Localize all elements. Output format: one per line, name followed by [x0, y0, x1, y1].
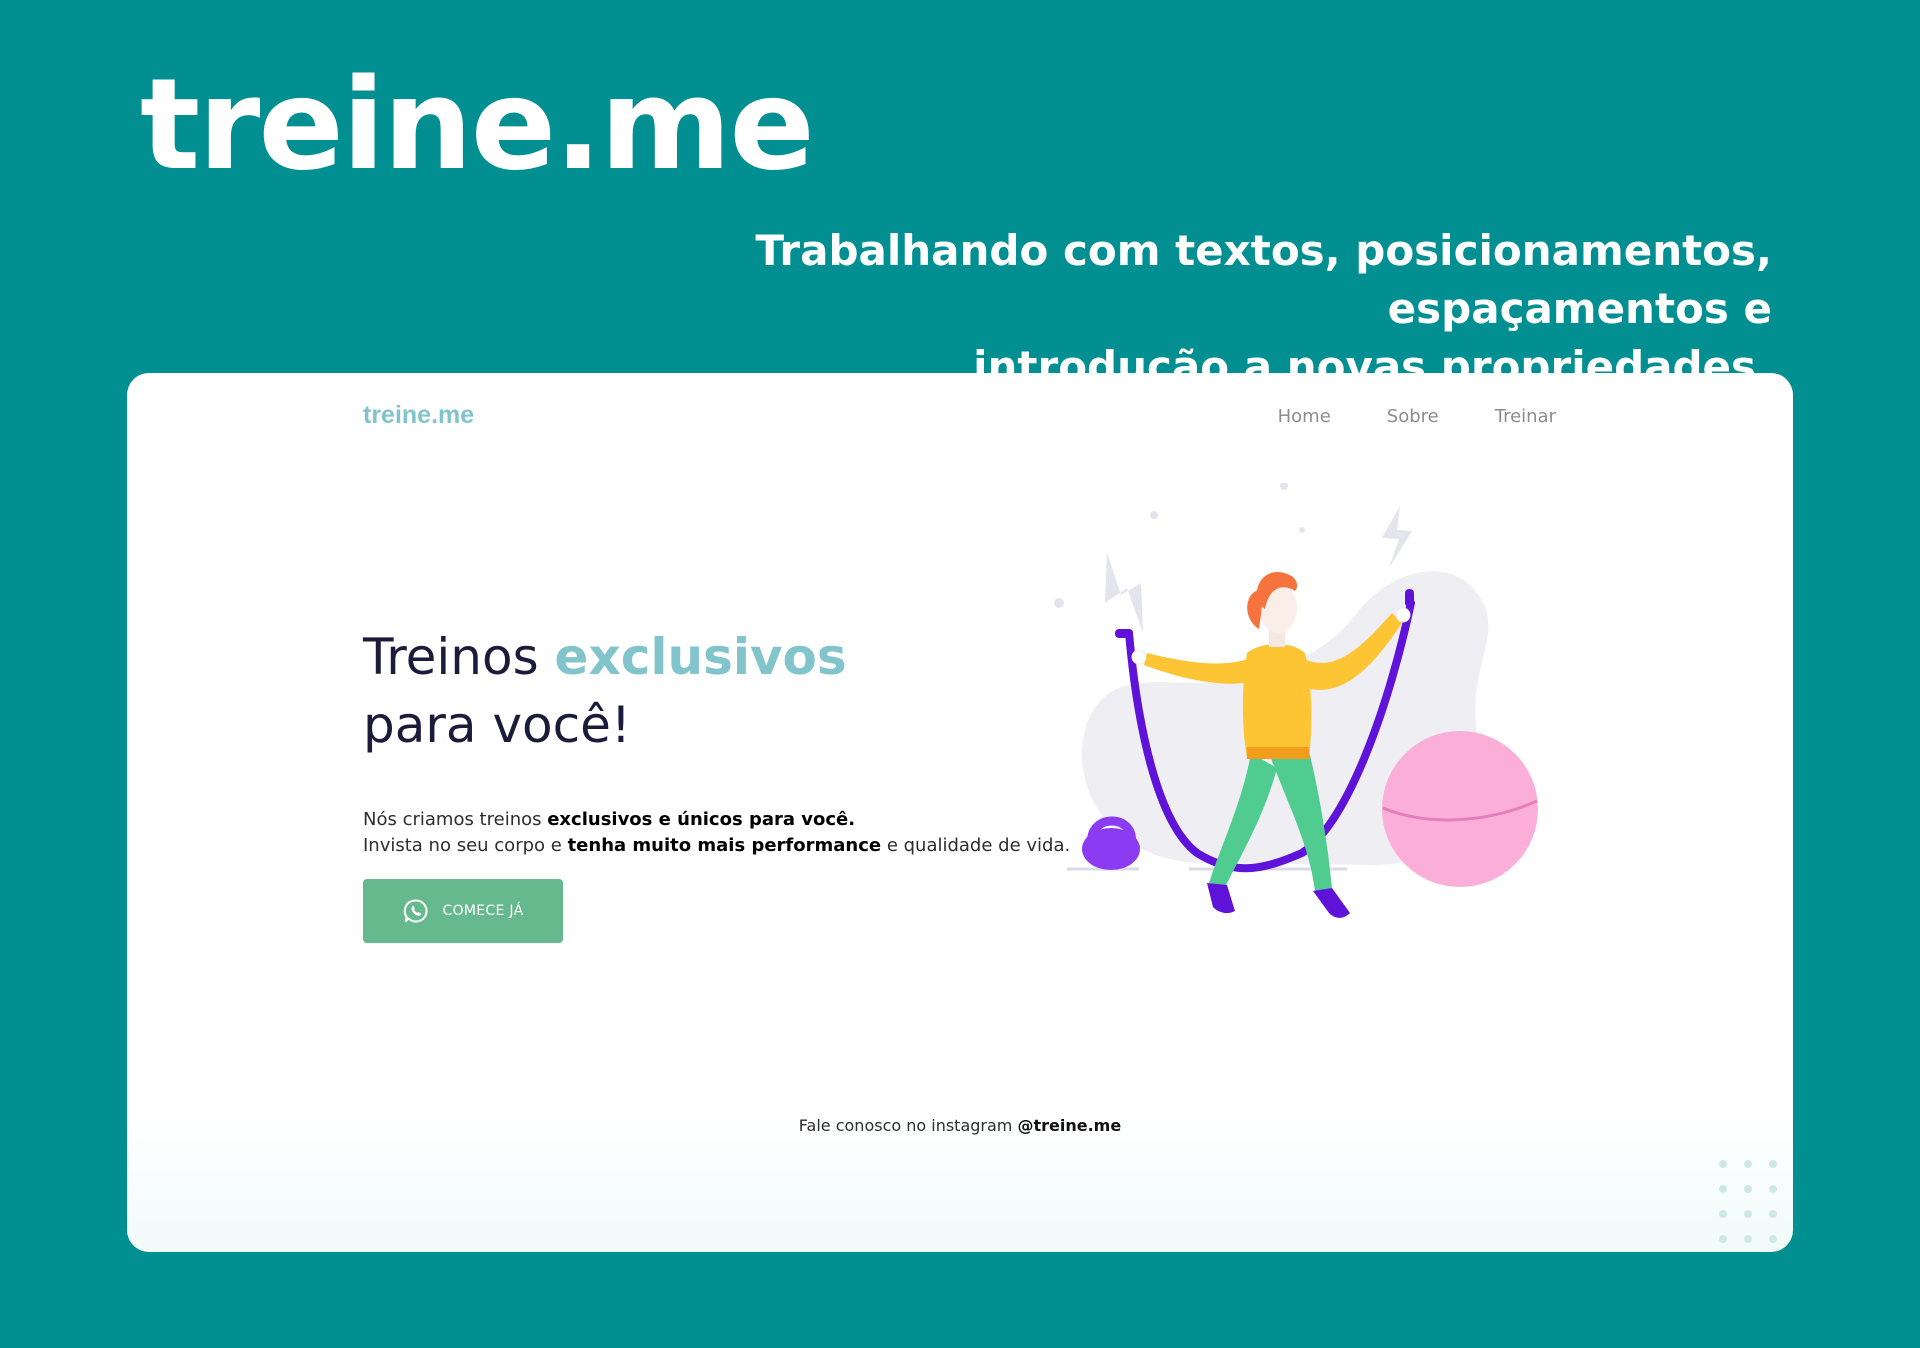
- lightning-left-icon: [1105, 553, 1143, 633]
- hero-headline: Treinos exclusivos para você!: [363, 623, 847, 759]
- footer-contact-text: Fale conosco no instagram: [798, 1116, 1018, 1135]
- shoe-right: [1313, 888, 1350, 918]
- rope-handle-left: [1115, 629, 1133, 638]
- arm-left: [1144, 653, 1255, 684]
- jump-rope-illustration: [1054, 483, 1538, 918]
- sparkle-dot: [1280, 483, 1288, 490]
- hero-description: Nós criamos treinos exclusivos e únicos …: [363, 807, 1070, 859]
- whatsapp-icon: [403, 899, 428, 923]
- shoe-left: [1207, 883, 1235, 914]
- sparkle-dot: [1054, 598, 1064, 608]
- hero-desc-line2-text2: e qualidade de vida.: [881, 835, 1071, 856]
- banner-subtitle: Trabalhando com textos, posicionamentos,…: [472, 222, 1772, 396]
- nav-treinar[interactable]: Treinar: [1495, 404, 1556, 430]
- start-now-button[interactable]: COMECE JÁ: [363, 879, 563, 943]
- hero-headline-text: Treinos: [363, 628, 555, 686]
- hoodie: [1242, 644, 1312, 758]
- instagram-handle[interactable]: @treine.me: [1017, 1116, 1121, 1135]
- sparkle-dot: [1299, 527, 1305, 533]
- decorative-dots: [1719, 1160, 1777, 1243]
- banner-title: treine.me: [140, 51, 815, 198]
- hero-headline-line2: para você!: [363, 696, 631, 754]
- main-nav: Home Sobre Treinar: [1278, 404, 1556, 430]
- site-logo[interactable]: treine.me: [363, 399, 474, 431]
- start-now-label: COMECE JÁ: [442, 903, 524, 919]
- waistband: [1247, 747, 1309, 759]
- nav-home[interactable]: Home: [1278, 404, 1331, 430]
- hand-left: [1131, 649, 1147, 665]
- hero-desc-line2-bold: tenha muito mais performance: [567, 835, 882, 856]
- hand-right: [1395, 607, 1411, 623]
- ponytail: [1247, 589, 1262, 629]
- kettlebell: [1082, 828, 1140, 870]
- hero-headline-accent: exclusivos: [554, 628, 847, 686]
- hero-desc-line1-bold: exclusivos e únicos para você.: [547, 809, 856, 830]
- nav-sobre[interactable]: Sobre: [1387, 404, 1439, 430]
- banner-subtitle-line1: Trabalhando com textos, posicionamentos,…: [755, 226, 1772, 333]
- footer-contact: Fale conosco no instagram @treine.me: [127, 1115, 1793, 1137]
- lightning-right-icon: [1382, 506, 1412, 568]
- hero-desc-line1-text: Nós criamos treinos: [363, 809, 548, 830]
- rope-handle-right: [1405, 589, 1414, 607]
- hero-desc-line2-text1: Invista no seu corpo e: [363, 835, 568, 856]
- sparkle-dot: [1150, 511, 1158, 519]
- website-preview-card: treine.me Home Sobre Treinar Treinos exc…: [127, 373, 1793, 1252]
